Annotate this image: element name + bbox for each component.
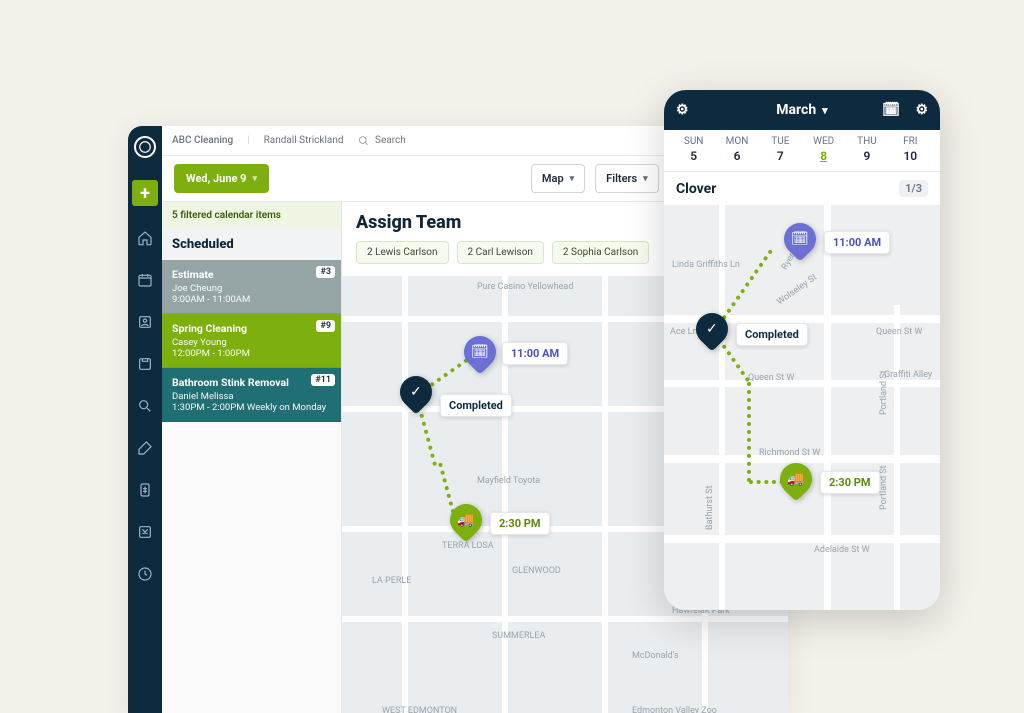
job-time: 1:30PM - 2:00PM Weekly on Monday — [172, 402, 331, 413]
date-label: Wed, June 9 — [186, 172, 247, 185]
area-label: TERRA LOSA — [442, 541, 494, 551]
jobs-icon[interactable] — [135, 438, 155, 458]
filters-button[interactable]: Filters▾ — [595, 164, 659, 193]
area-label: WEST EDMONTON — [382, 706, 457, 713]
map-pin-label: 11:00 AM — [502, 342, 568, 365]
reports-icon[interactable] — [135, 522, 155, 542]
street-label: Adelaide St W — [814, 545, 870, 555]
street-label: Graffiti Alley — [884, 370, 932, 380]
map-pin-label: 2:30 PM — [490, 512, 550, 535]
chevron-down-icon: ▾ — [253, 174, 258, 184]
map-pin-stop1[interactable]: 🗓 — [457, 329, 502, 374]
calendar-icon[interactable] — [135, 270, 155, 290]
client-name: Clover — [676, 181, 716, 197]
job-badge: #3 — [316, 266, 335, 278]
brand-logo[interactable] — [134, 136, 156, 158]
team-chip[interactable]: 2 Carl Lewison — [457, 241, 544, 264]
team-chip[interactable]: 2 Lewis Carlson — [356, 241, 449, 264]
clients-icon[interactable] — [135, 312, 155, 332]
check-icon: ✓ — [410, 384, 422, 400]
poi-label: Mayfield Toyota — [477, 476, 540, 486]
user-name: Randall Strickland — [264, 135, 344, 146]
truck-icon: 🚚 — [787, 471, 804, 487]
job-badge: #9 — [316, 320, 335, 332]
job-title: Bathroom Stink Removal — [172, 376, 331, 389]
map-pin-label: Completed — [440, 394, 512, 417]
street-label: Bathurst St — [705, 485, 715, 530]
adjust-icon[interactable]: ⚙ — [915, 102, 928, 118]
area-label: LA PERLE — [372, 576, 411, 586]
mobile-title-bar: Clover 1/3 — [664, 172, 940, 205]
home-icon[interactable] — [135, 228, 155, 248]
street-label: Linda Griffiths Ln — [672, 260, 740, 270]
job-badge: #11 — [311, 374, 335, 386]
job-time: 9:00AM - 11:00AM — [172, 294, 331, 305]
street-label: Queen St W — [748, 373, 794, 383]
schedule-panel: 5 filtered calendar items Scheduled #3 E… — [162, 202, 342, 713]
calendar-icon[interactable]: 🗓 — [882, 102, 900, 118]
day-col[interactable]: SUN5 — [672, 136, 715, 163]
requests-icon[interactable] — [135, 354, 155, 374]
day-col[interactable]: TUE7 — [759, 136, 802, 163]
chevron-down-icon: ▾ — [822, 104, 828, 117]
street-label: Ace Ln — [670, 327, 697, 337]
job-client: Casey Young — [172, 337, 331, 348]
job-client: Joe Cheung — [172, 283, 331, 294]
truck-icon: 🚚 — [457, 512, 474, 528]
check-icon: ✓ — [706, 321, 718, 337]
quotes-icon[interactable] — [135, 396, 155, 416]
month-label[interactable]: March — [776, 102, 816, 118]
chevron-down-icon: ▾ — [643, 174, 648, 184]
date-picker-button[interactable]: Wed, June 9 ▾ — [174, 164, 269, 193]
street-label: Richmond St W — [759, 448, 820, 458]
map-pin-label: 2:30 PM — [820, 471, 880, 494]
team-chip[interactable]: 2 Sophia Carlson — [552, 241, 649, 264]
mobile-map[interactable]: Linda Griffiths Ln Ryerson Ave Wolseley … — [664, 205, 940, 610]
area-label: GLENWOOD — [512, 566, 561, 576]
section-heading: Scheduled — [162, 229, 341, 260]
job-card-estimate[interactable]: #3 Estimate Joe Cheung 9:00AM - 11:00AM — [162, 260, 341, 314]
poi-label: Edmonton Valley Zoo — [632, 706, 717, 713]
map-pin-label: Completed — [736, 323, 808, 346]
poi-label: Pure Casino Yellowhead — [477, 282, 573, 292]
day-col[interactable]: FRI10 — [889, 136, 932, 163]
invoices-icon[interactable] — [135, 480, 155, 500]
pager-counter: 1/3 — [899, 180, 928, 197]
chevron-down-icon: ▾ — [570, 174, 575, 184]
job-card-spring[interactable]: #9 Spring Cleaning Casey Young 12:00PM -… — [162, 314, 341, 368]
calendar-pin-icon: 🗓 — [471, 344, 489, 360]
side-rail: + — [128, 126, 162, 713]
job-title: Spring Cleaning — [172, 322, 331, 335]
street-label: Portland St — [879, 465, 889, 510]
street-label: Queen St W — [876, 327, 922, 337]
street-label: Wolseley St — [775, 273, 819, 308]
timesheet-icon[interactable] — [135, 564, 155, 584]
filter-summary[interactable]: 5 filtered calendar items — [162, 202, 341, 229]
gear-icon[interactable]: ⚙ — [676, 102, 689, 118]
day-col[interactable]: MON6 — [715, 136, 758, 163]
map-pin-stop3[interactable]: 🚚 — [773, 456, 818, 501]
add-button[interactable]: + — [132, 180, 158, 206]
map-pin-label: 11:00 AM — [824, 231, 890, 254]
poi-label: McDonald's — [632, 651, 679, 661]
mobile-app: ⚙ March ▾ 🗓 ⚙ SUN5 MON6 TUE7 WED8 THU9 F… — [664, 90, 940, 610]
job-card-bathroom[interactable]: #11 Bathroom Stink Removal Daniel Meliss… — [162, 368, 341, 422]
area-label: SUMMERLEA — [492, 631, 545, 641]
map-view-button[interactable]: Map▾ — [531, 164, 585, 193]
job-client: Daniel Melissa — [172, 391, 331, 402]
map-pin-stop1[interactable]: 🗓 — [777, 216, 822, 261]
day-col[interactable]: THU9 — [845, 136, 888, 163]
calendar-pin-icon: 🗓 — [791, 231, 809, 247]
company-name: ABC Cleaning — [172, 135, 233, 146]
day-col-selected[interactable]: WED8 — [802, 136, 845, 163]
job-title: Estimate — [172, 268, 331, 281]
job-time: 12:00PM - 1:00PM — [172, 348, 331, 359]
mobile-header: ⚙ March ▾ 🗓 ⚙ — [664, 90, 940, 130]
week-row: SUN5 MON6 TUE7 WED8 THU9 FRI10 — [664, 130, 940, 172]
